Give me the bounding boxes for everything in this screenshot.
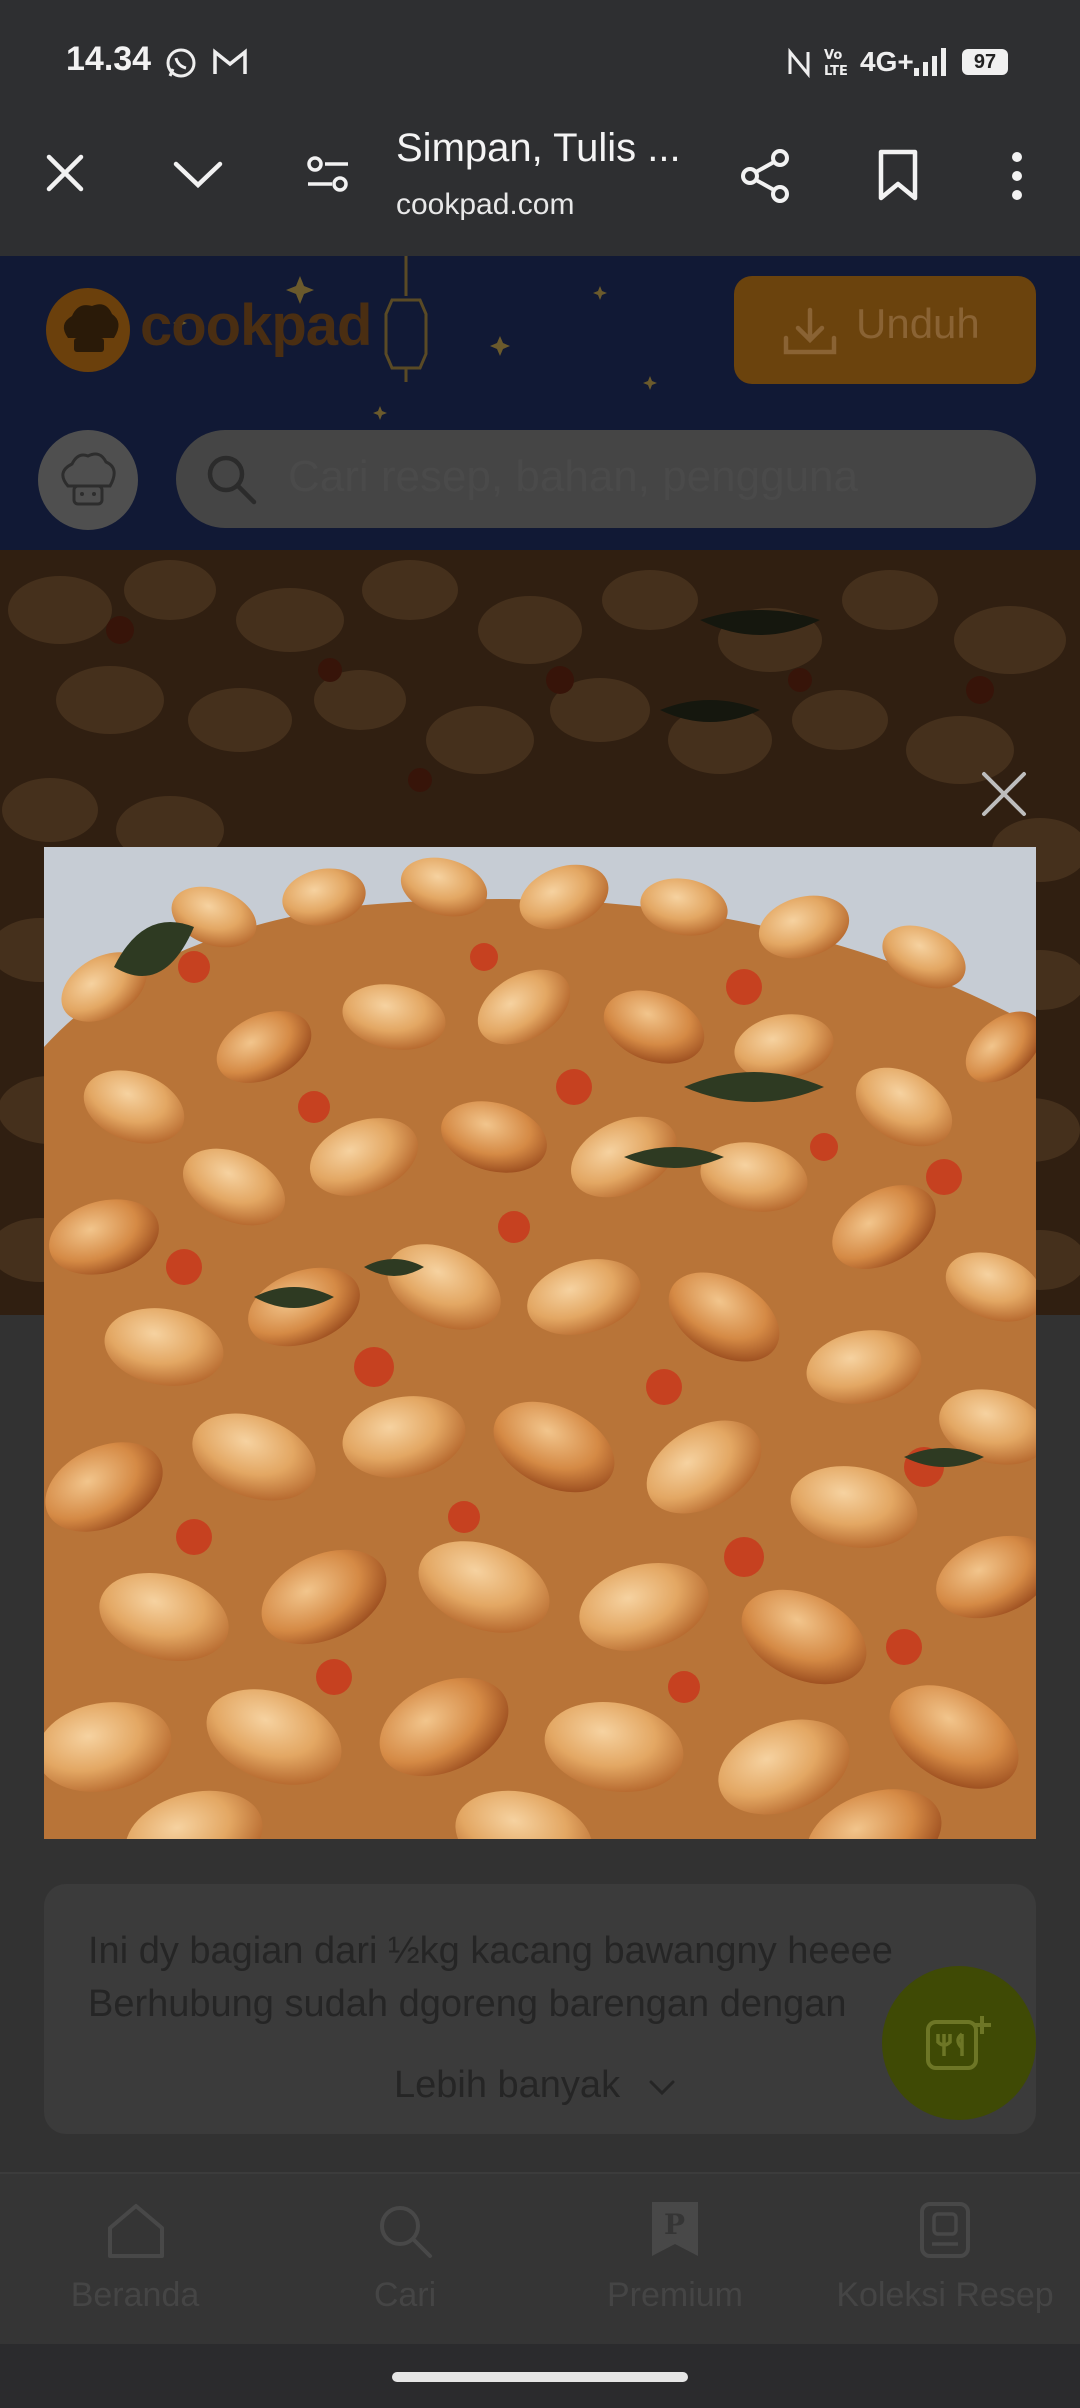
show-more-link[interactable]: Lebih banyak [394,2064,620,2107]
nav-item-koleksi-resep[interactable]: Koleksi Resep [810,2276,1080,2315]
recipe-description-line: Ini dy bagian dari ½kg kacang bawangny h… [88,1930,893,1972]
add-recipe-icon [926,2016,991,2070]
chef-avatar-icon [61,452,116,506]
cookpad-logo[interactable]: cookpad [140,292,372,359]
nfc-icon [788,48,810,78]
tab-url[interactable]: cookpad.com [396,188,574,222]
network-type: 4G+ [860,46,914,77]
battery-indicator: 97 [962,49,1008,75]
svg-text:P: P [664,2208,685,2241]
tab-title[interactable]: Simpan, Tulis ... [396,126,681,171]
collection-icon[interactable] [918,2200,972,2260]
site-settings-icon[interactable] [306,154,350,194]
status-time: 14.34 [66,40,152,78]
cookpad-logo-icon[interactable] [44,286,132,374]
premium-icon[interactable]: P [648,2198,702,2260]
signal-icon [914,48,946,76]
nav-item-beranda[interactable]: Beranda [0,2276,270,2315]
search-icon [207,455,257,505]
nav-item-premium[interactable]: Premium [540,2276,810,2315]
home-gesture-handle[interactable] [392,2372,688,2382]
search-placeholder: Cari resep, bahan, pengguna [288,452,858,501]
home-icon[interactable] [106,2202,166,2260]
chevron-down-icon[interactable] [172,158,224,190]
chevron-down-icon [649,2080,675,2096]
download-icon [783,307,837,355]
svg-text:LTE: LTE [824,64,848,78]
lightbox-photo [44,847,1036,1839]
search-icon[interactable] [376,2202,434,2260]
close-lightbox-icon[interactable] [976,766,1032,822]
volte-icon: Vo LTE [824,48,848,78]
nav-item-cari[interactable]: Cari [270,2276,540,2315]
more-options-icon[interactable] [1004,150,1030,202]
share-icon[interactable] [738,148,794,204]
download-label: Unduh [856,300,980,347]
whatsapp-icon [166,48,196,78]
svg-text:Vo: Vo [824,48,842,63]
recipe-description-line: Berhubung sudah dgoreng barengan dengan [88,1983,847,2025]
bookmark-icon[interactable] [876,148,920,202]
close-icon[interactable] [44,152,86,194]
gmail-icon [213,48,247,74]
